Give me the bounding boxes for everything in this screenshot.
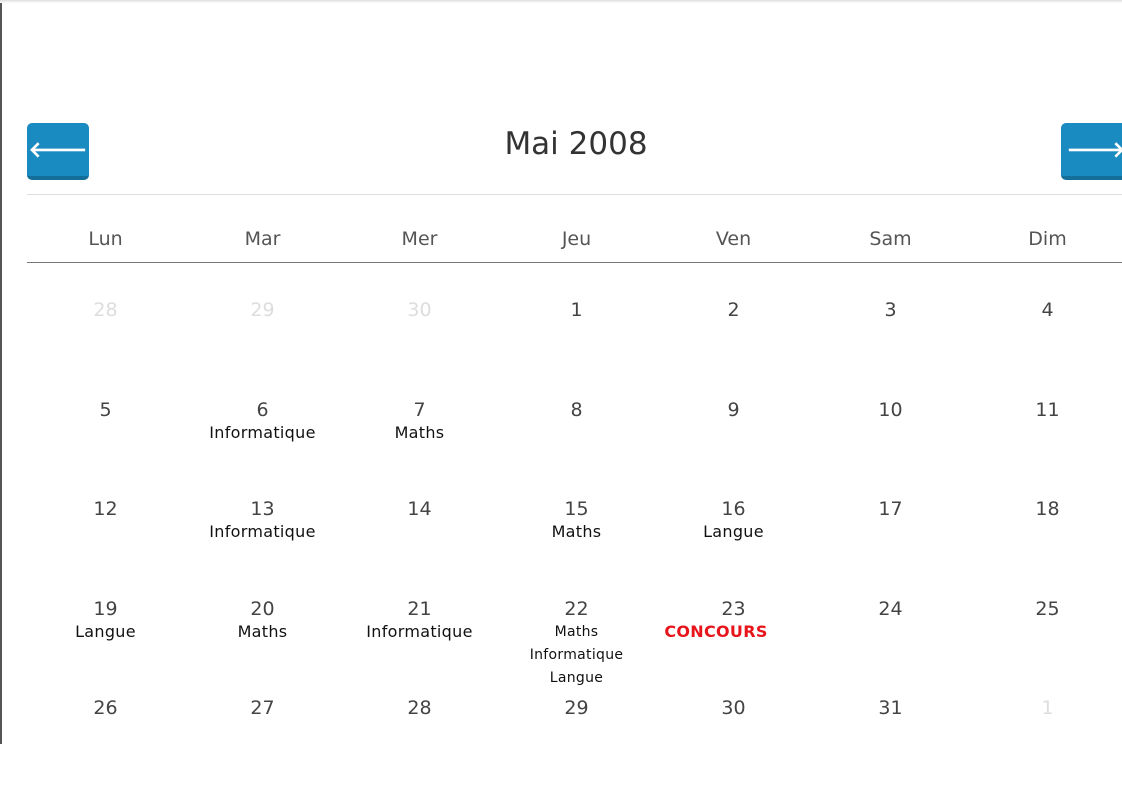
course-event: Informatique [498,644,655,667]
day-number: 1 [969,696,1122,720]
day-cell[interactable]: 18 [969,497,1122,597]
course-event: Langue [27,621,184,643]
day-cell[interactable]: 29 [184,298,341,398]
course-event: Maths [498,521,655,543]
day-cell[interactable]: 15Maths [498,497,655,597]
course-event: Langue [655,521,812,543]
day-cell[interactable]: 16Langue [655,497,812,597]
day-cell[interactable]: 17 [812,497,969,597]
day-number: 7 [341,398,498,422]
day-number: 18 [969,497,1122,521]
day-number: 12 [27,497,184,521]
day-number: 29 [498,696,655,720]
course-event: Langue [498,667,655,690]
day-cell[interactable]: 30 [655,696,812,796]
course-event: Maths [184,621,341,643]
day-cell[interactable]: 1 [498,298,655,398]
day-cell[interactable]: 26 [27,696,184,796]
day-number: 1 [498,298,655,322]
day-number: 27 [184,696,341,720]
day-cell[interactable]: 5 [27,398,184,498]
day-cell[interactable]: 19Langue [27,597,184,697]
weekday-label: Lun [27,228,184,262]
day-number: 28 [27,298,184,322]
day-number: 14 [341,497,498,521]
day-cell[interactable]: 8 [498,398,655,498]
day-number: 21 [341,597,498,621]
day-cell[interactable]: 10 [812,398,969,498]
day-cell[interactable]: 2 [655,298,812,398]
day-number: 24 [812,597,969,621]
day-cell[interactable]: 3 [812,298,969,398]
day-number: 17 [812,497,969,521]
day-number: 11 [969,398,1122,422]
weekday-header: Lun Mar Mer Jeu Ven Sam Dim [27,228,1122,263]
day-cell[interactable]: 11 [969,398,1122,498]
arrow-right-icon: 🡒 [1067,137,1122,163]
day-cell[interactable]: 30 [341,298,498,398]
day-cell[interactable]: 25 [969,597,1122,697]
day-number: 26 [27,696,184,720]
weekday-label: Ven [655,228,812,262]
day-cell[interactable]: 1 [969,696,1122,796]
day-number: 5 [27,398,184,422]
day-number: 3 [812,298,969,322]
header-divider [27,194,1122,195]
day-cell[interactable]: 31 [812,696,969,796]
day-cell[interactable]: 28 [341,696,498,796]
day-cell[interactable]: 6Informatique [184,398,341,498]
day-number: 22 [498,597,655,621]
day-cell[interactable]: 23CONCOURS [655,597,812,697]
weekday-label: Mer [341,228,498,262]
day-number: 28 [341,696,498,720]
day-number: 6 [184,398,341,422]
day-cell[interactable]: 9 [655,398,812,498]
course-event: Informatique [341,621,498,643]
day-number: 31 [812,696,969,720]
day-number: 23 [655,597,812,621]
day-cell[interactable]: 4 [969,298,1122,398]
weekday-label: Dim [969,228,1122,262]
window-edge [0,0,2,744]
weekday-label: Jeu [498,228,655,262]
day-number: 2 [655,298,812,322]
day-number: 16 [655,497,812,521]
day-cell[interactable]: 20Maths [184,597,341,697]
day-number: 29 [184,298,341,322]
day-number: 10 [812,398,969,422]
day-number: 30 [655,696,812,720]
course-event: Maths [341,422,498,444]
course-event: Informatique [184,422,341,444]
exam-event: CONCOURS [620,621,812,643]
top-divider [0,0,1122,3]
day-number: 15 [498,497,655,521]
day-number: 25 [969,597,1122,621]
day-cell[interactable]: 24 [812,597,969,697]
day-number: 30 [341,298,498,322]
day-cell[interactable]: 13Informatique [184,497,341,597]
day-number: 8 [498,398,655,422]
day-number: 9 [655,398,812,422]
day-cell[interactable]: 21Informatique [341,597,498,697]
day-number: 19 [27,597,184,621]
day-number: 20 [184,597,341,621]
calendar-grid: 282930123456Informatique7Maths8910111213… [27,298,1122,796]
day-cell[interactable]: 28 [27,298,184,398]
course-event: Informatique [184,521,341,543]
weekday-label: Sam [812,228,969,262]
weekday-label: Mar [184,228,341,262]
day-cell[interactable]: 14 [341,497,498,597]
day-cell[interactable]: 7Maths [341,398,498,498]
day-cell[interactable]: 22MathsInformatiqueLangue [498,597,655,697]
next-month-button[interactable]: 🡒 [1061,123,1122,180]
day-cell[interactable]: 12 [27,497,184,597]
day-number: 4 [969,298,1122,322]
month-title: Mai 2008 [0,126,1122,162]
day-number: 13 [184,497,341,521]
day-cell[interactable]: 29 [498,696,655,796]
day-cell[interactable]: 27 [184,696,341,796]
